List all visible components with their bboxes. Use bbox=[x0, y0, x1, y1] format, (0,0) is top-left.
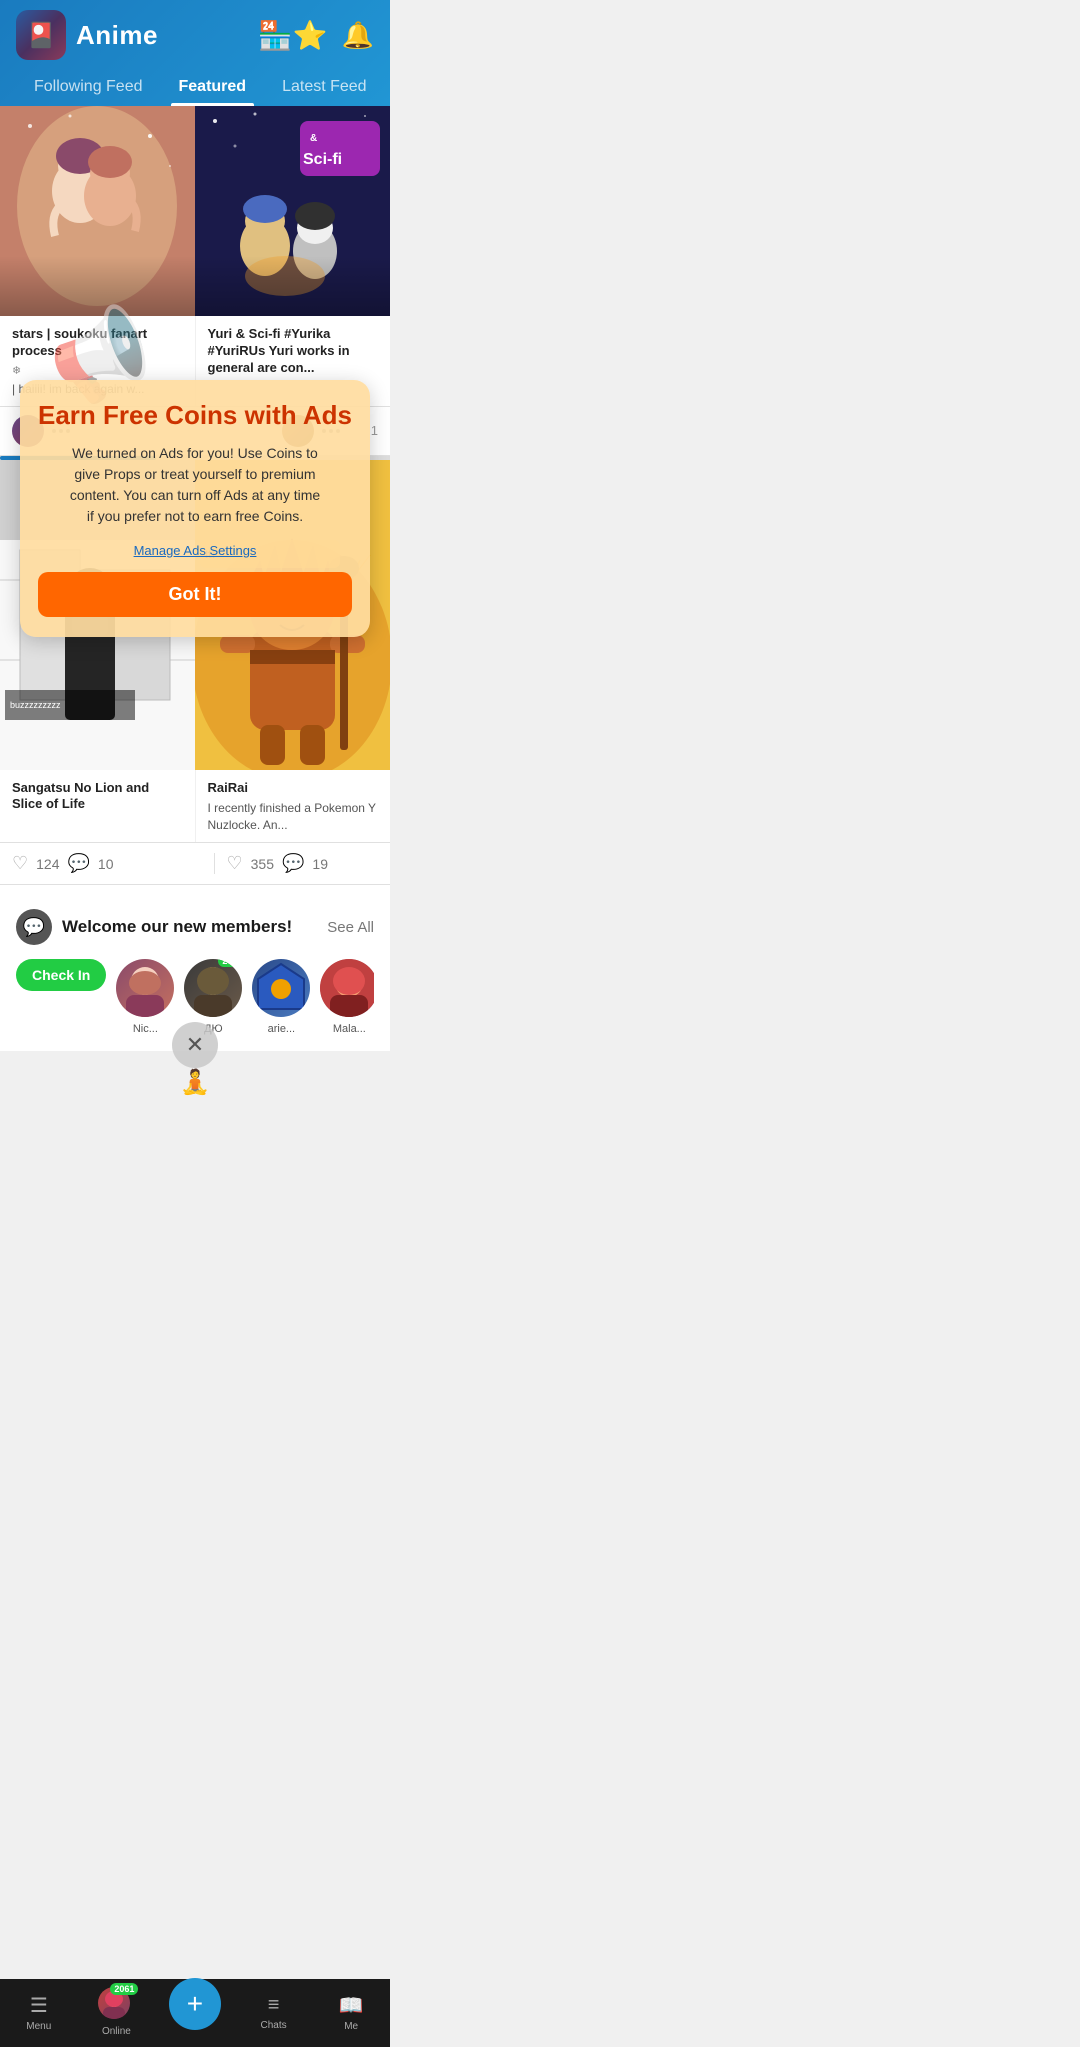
like-icon-left[interactable]: ♡ bbox=[12, 853, 28, 874]
close-button[interactable]: ✕ bbox=[172, 1022, 218, 1068]
tab-following[interactable]: Following Feed bbox=[16, 70, 161, 106]
snowflake-icon: ❄ bbox=[12, 364, 21, 377]
nav-menu-label: Menu bbox=[26, 2021, 51, 2032]
close-x-icon: ✕ bbox=[186, 1032, 204, 1058]
comment-count-left: 10 bbox=[98, 856, 114, 872]
tab-featured[interactable]: Featured bbox=[161, 70, 265, 106]
me-icon: 📖 bbox=[339, 1993, 364, 2018]
member-avatar-3 bbox=[252, 959, 310, 1017]
svg-text:Sci-fi: Sci-fi bbox=[303, 151, 342, 168]
ad-body-line2: give Props or treat yourself to premium bbox=[74, 466, 315, 482]
welcome-left: 💬 Welcome our new members! bbox=[16, 909, 292, 945]
nav-online[interactable]: 2061 Online bbox=[91, 1987, 141, 2037]
checkin-button[interactable]: Check In bbox=[16, 959, 106, 991]
app-icon[interactable]: 🎴 bbox=[16, 10, 66, 60]
featured-image-right[interactable]: & Sci-fi bbox=[195, 106, 390, 316]
ad-body: We turned on Ads for you! Use Coins to g… bbox=[38, 443, 352, 527]
post-info-card-left[interactable]: Sangatsu No Lion and Slice of Life bbox=[0, 770, 196, 842]
ad-cta-button[interactable]: Got It! bbox=[38, 572, 352, 617]
nav-menu[interactable]: ☰ Menu bbox=[14, 1993, 64, 2032]
checkin-item: Check In bbox=[16, 959, 106, 1035]
svg-text:&: & bbox=[310, 133, 317, 144]
action-right: ♡ 355 💬 19 bbox=[214, 853, 379, 874]
comment-icon-right[interactable]: 💬 bbox=[282, 853, 304, 874]
online-badge-2: 2061 bbox=[218, 959, 242, 967]
sitting-figure-icon: 🧘 bbox=[180, 1068, 210, 1097]
comment-count-right: 19 bbox=[312, 856, 328, 872]
post-title-left-2: Sangatsu No Lion and Slice of Life bbox=[12, 780, 183, 814]
nav-chats-label: Chats bbox=[261, 2020, 287, 2031]
menu-icon: ☰ bbox=[30, 1993, 48, 2018]
like-icon-right[interactable]: ♡ bbox=[227, 853, 243, 874]
svg-text:buzzzzzzzzz: buzzzzzzzzz bbox=[10, 700, 61, 710]
like-count-right: 355 bbox=[251, 856, 274, 872]
bell-icon[interactable]: 🔔 bbox=[342, 20, 374, 51]
post-title-right-2: RaiRai bbox=[208, 780, 379, 797]
app-title: Anime bbox=[76, 20, 158, 51]
chats-icon: ≡ bbox=[268, 1994, 280, 2017]
member-name-3: arie... bbox=[268, 1023, 296, 1035]
post-info-row-2: Sangatsu No Lion and Slice of Life RaiRa… bbox=[0, 770, 390, 843]
member-item-1[interactable]: Nic... bbox=[116, 959, 174, 1035]
nav-me-label: Me bbox=[344, 2021, 358, 2032]
post-title-1: stars | soukoku fanart process bbox=[12, 326, 183, 360]
app-header: 🎴 Anime 🏪⭐ 🔔 Following Feed Featured Lat… bbox=[0, 0, 390, 106]
tab-latest[interactable]: Latest Feed bbox=[264, 70, 374, 106]
ad-overlay: Earn Free Coins with Ads We turned on Ad… bbox=[20, 380, 370, 637]
post-info-card-right[interactable]: RaiRai I recently finished a Pokemon Y N… bbox=[196, 770, 391, 842]
shop-icon[interactable]: 🏪⭐ bbox=[258, 19, 328, 52]
like-count-left: 124 bbox=[36, 856, 59, 872]
action-left: ♡ 124 💬 10 bbox=[12, 853, 164, 874]
welcome-title: Welcome our new members! bbox=[62, 917, 292, 937]
nav-add-button[interactable]: + bbox=[169, 1978, 221, 2030]
ad-manage-link[interactable]: Manage Ads Settings bbox=[38, 543, 352, 558]
member-name-1: Nic... bbox=[133, 1023, 158, 1035]
featured-image-left[interactable] bbox=[0, 106, 195, 316]
member-avatar-4 bbox=[320, 959, 374, 1017]
post-preview-right-2: I recently finished a Pokemon Y Nuzlocke… bbox=[208, 800, 379, 834]
header-right: 🏪⭐ 🔔 bbox=[258, 19, 374, 52]
featured-images-top: & Sci-fi bbox=[0, 106, 390, 316]
ad-body-line3: content. You can turn off Ads at any tim… bbox=[70, 487, 320, 503]
member-avatar-1 bbox=[116, 959, 174, 1017]
post-meta-1: ❄ bbox=[12, 364, 183, 377]
online-badge: 2061 bbox=[110, 1983, 138, 1995]
ad-body-line4: if you prefer not to earn free Coins. bbox=[87, 508, 303, 524]
nav-chats[interactable]: ≡ Chats bbox=[249, 1994, 299, 2031]
bottom-nav: ☰ Menu 2061 Online + ≡ Chats 📖 Me bbox=[0, 1979, 390, 2047]
tab-bar: Following Feed Featured Latest Feed Publ… bbox=[16, 70, 374, 106]
post-title-2: Yuri & Sci-fi #Yurika #YuriRUs Yuri work… bbox=[208, 326, 379, 377]
member-item-4[interactable]: Mala... bbox=[320, 959, 374, 1035]
see-all-button[interactable]: See All bbox=[327, 919, 374, 936]
ad-title: Earn Free Coins with Ads bbox=[38, 400, 352, 431]
header-left: 🎴 Anime bbox=[16, 10, 158, 60]
member-item-3[interactable]: arie... bbox=[252, 959, 310, 1035]
nav-me[interactable]: 📖 Me bbox=[326, 1993, 376, 2032]
action-row: ♡ 124 💬 10 ♡ 355 💬 19 bbox=[0, 843, 390, 885]
plus-icon: + bbox=[187, 1988, 203, 2020]
member-avatar-2: 2061 bbox=[184, 959, 242, 1017]
member-name-4: Mala... bbox=[333, 1023, 366, 1035]
welcome-header: 💬 Welcome our new members! See All bbox=[16, 909, 374, 945]
chat-icon: 💬 bbox=[16, 909, 52, 945]
nav-online-label: Online bbox=[102, 2026, 131, 2037]
comment-icon-left[interactable]: 💬 bbox=[68, 853, 90, 874]
ad-body-line1: We turned on Ads for you! Use Coins to bbox=[72, 445, 318, 461]
